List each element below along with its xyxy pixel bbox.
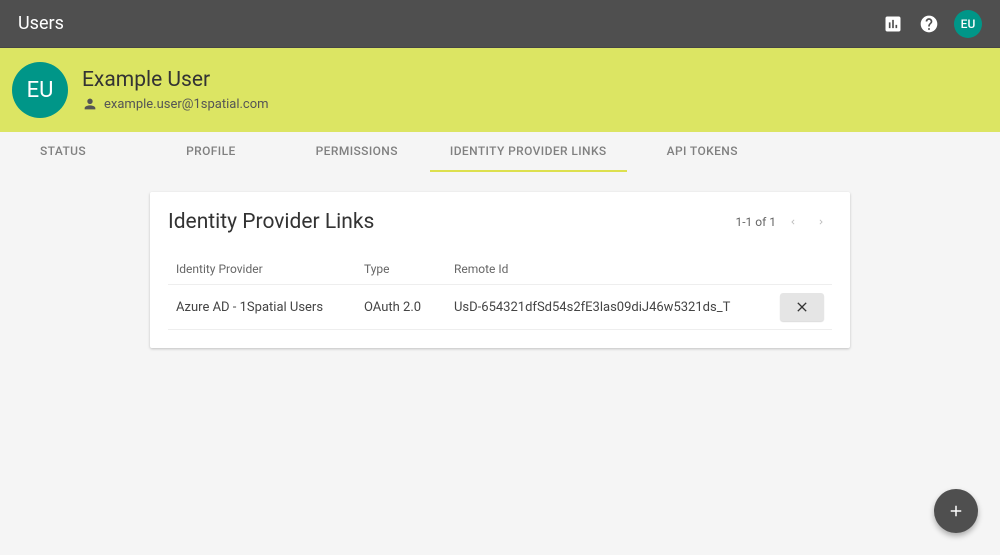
user-email-row: example.user@1spatial.com [82, 96, 269, 112]
person-icon [82, 96, 98, 112]
cell-action [772, 293, 824, 321]
table-row: Azure AD - 1Spatial Users OAuth 2.0 UsD-… [168, 284, 832, 330]
chevron-right-icon [816, 217, 826, 227]
tab-profile[interactable]: PROFILE [166, 132, 256, 172]
stats-icon[interactable] [882, 13, 904, 35]
tab-permissions[interactable]: PERMISSIONS [296, 132, 418, 172]
topbar: Users EU [0, 0, 1000, 48]
close-icon [794, 299, 810, 315]
next-page-button[interactable] [810, 211, 832, 233]
card-title: Identity Provider Links [168, 210, 374, 234]
table: Identity Provider Type Remote Id Azure A… [150, 238, 850, 348]
prev-page-button[interactable] [782, 211, 804, 233]
cell-identity-provider: Azure AD - 1Spatial Users [176, 300, 364, 315]
tabs: STATUS PROFILE PERMISSIONS IDENTITY PROV… [0, 132, 1000, 172]
tab-status[interactable]: STATUS [20, 132, 106, 172]
card-identity-provider-links: Identity Provider Links 1-1 of 1 Identit… [150, 192, 850, 348]
header-action [772, 262, 824, 276]
chevron-left-icon [788, 217, 798, 227]
user-avatar-small[interactable]: EU [954, 10, 982, 38]
plus-icon [947, 502, 965, 520]
user-avatar-large: EU [12, 62, 68, 118]
page-title: Users [18, 13, 64, 34]
header-identity-provider: Identity Provider [176, 262, 364, 276]
tab-identity-provider-links[interactable]: IDENTITY PROVIDER LINKS [430, 132, 627, 172]
add-button[interactable] [934, 489, 978, 533]
delete-link-button[interactable] [780, 293, 824, 321]
cell-remote-id: UsD-654321dfSd54s2fE3las09diJ46w5321ds_T [454, 300, 772, 315]
user-email: example.user@1spatial.com [104, 97, 269, 112]
card-header: Identity Provider Links 1-1 of 1 [150, 192, 850, 238]
pagination: 1-1 of 1 [735, 211, 832, 233]
user-header: EU Example User example.user@1spatial.co… [0, 48, 1000, 132]
header-type: Type [364, 262, 454, 276]
table-header-row: Identity Provider Type Remote Id [168, 254, 832, 284]
user-info: Example User example.user@1spatial.com [82, 68, 269, 112]
header-remote-id: Remote Id [454, 262, 772, 276]
help-icon[interactable] [918, 13, 940, 35]
pagination-text: 1-1 of 1 [735, 215, 776, 229]
topbar-actions: EU [882, 10, 982, 38]
cell-type: OAuth 2.0 [364, 300, 454, 315]
content: Identity Provider Links 1-1 of 1 Identit… [0, 172, 1000, 348]
user-name: Example User [82, 68, 269, 92]
tab-api-tokens[interactable]: API TOKENS [647, 132, 758, 172]
